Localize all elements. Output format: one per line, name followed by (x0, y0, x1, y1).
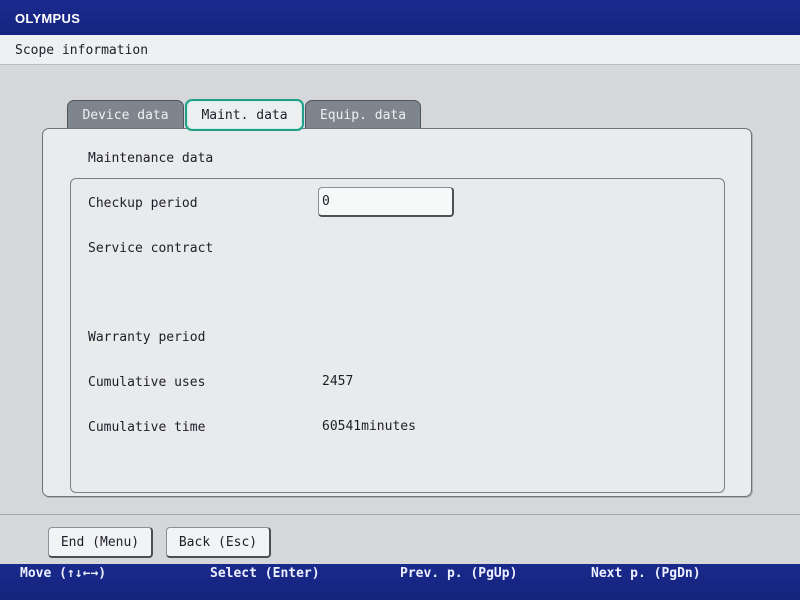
end-menu-button[interactable]: End (Menu) (48, 527, 153, 558)
key-hint-bar: Move (↑↓←→) Select (Enter) Prev. p. (PgU… (0, 564, 800, 600)
olympus-logo: OLYMPUS (15, 11, 81, 26)
hint-prev-page: Prev. p. (PgUp) (400, 566, 518, 581)
tab-device-data[interactable]: Device data (67, 100, 184, 130)
cumulative-time-label: Cumulative time (88, 420, 206, 435)
service-contract-label: Service contract (88, 241, 214, 256)
header: Scope information (0, 35, 800, 65)
back-esc-button[interactable]: Back (Esc) (166, 527, 271, 558)
hint-select: Select (Enter) (210, 566, 320, 581)
brand-bar: OLYMPUS (0, 0, 800, 35)
page-title: Scope information (15, 43, 149, 58)
checkup-period-input[interactable] (318, 187, 454, 217)
maintenance-fields-box: Checkup period Service contract Warranty… (70, 178, 725, 493)
checkup-period-label: Checkup period (88, 196, 198, 211)
cumulative-uses-value: 2457 (322, 374, 354, 389)
button-area: End (Menu) Back (Esc) (0, 514, 800, 564)
cumulative-time-value: 60541minutes (322, 419, 416, 434)
maintenance-panel: Maintenance data Checkup period Service … (42, 128, 752, 497)
tab-maint-data[interactable]: Maint. data (185, 99, 304, 131)
hint-move: Move (↑↓←→) (20, 566, 107, 581)
section-title: Maintenance data (88, 151, 214, 166)
cumulative-uses-label: Cumulative uses (88, 375, 206, 390)
warranty-period-label: Warranty period (88, 330, 206, 345)
hint-next-page: Next p. (PgDn) (591, 566, 701, 581)
tab-equip-data[interactable]: Equip. data (305, 100, 421, 130)
